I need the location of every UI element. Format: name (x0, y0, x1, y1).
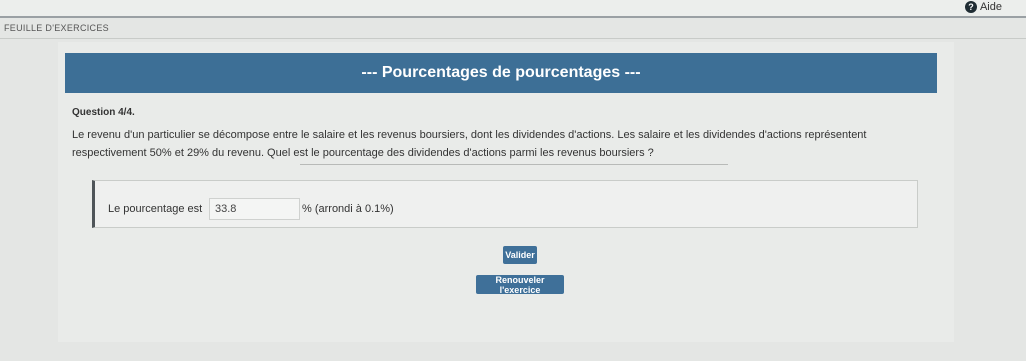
exercise-title: --- Pourcentages de pourcentages --- (65, 53, 937, 93)
help-icon: ? (964, 1, 977, 13)
validate-button[interactable]: Valider (503, 246, 537, 264)
answer-unit: % (arrondi à 0.1%) (302, 203, 394, 215)
question-number: Question 4/4. (72, 107, 135, 118)
help-link[interactable]: ? Aide (964, 0, 1002, 14)
top-bar (0, 0, 1026, 18)
breadcrumb: FEUILLE D'EXERCICES (4, 23, 109, 33)
breadcrumb-divider (0, 38, 1026, 39)
help-label: Aide (979, 1, 1002, 13)
renew-exercise-button[interactable]: Renouveler l'exercice (476, 275, 564, 295)
answer-label: Le pourcentage est (108, 203, 203, 215)
question-text: Le revenu d'un particulier se décompose … (72, 129, 867, 159)
question-divider (300, 164, 728, 165)
answer-input[interactable] (209, 198, 300, 220)
